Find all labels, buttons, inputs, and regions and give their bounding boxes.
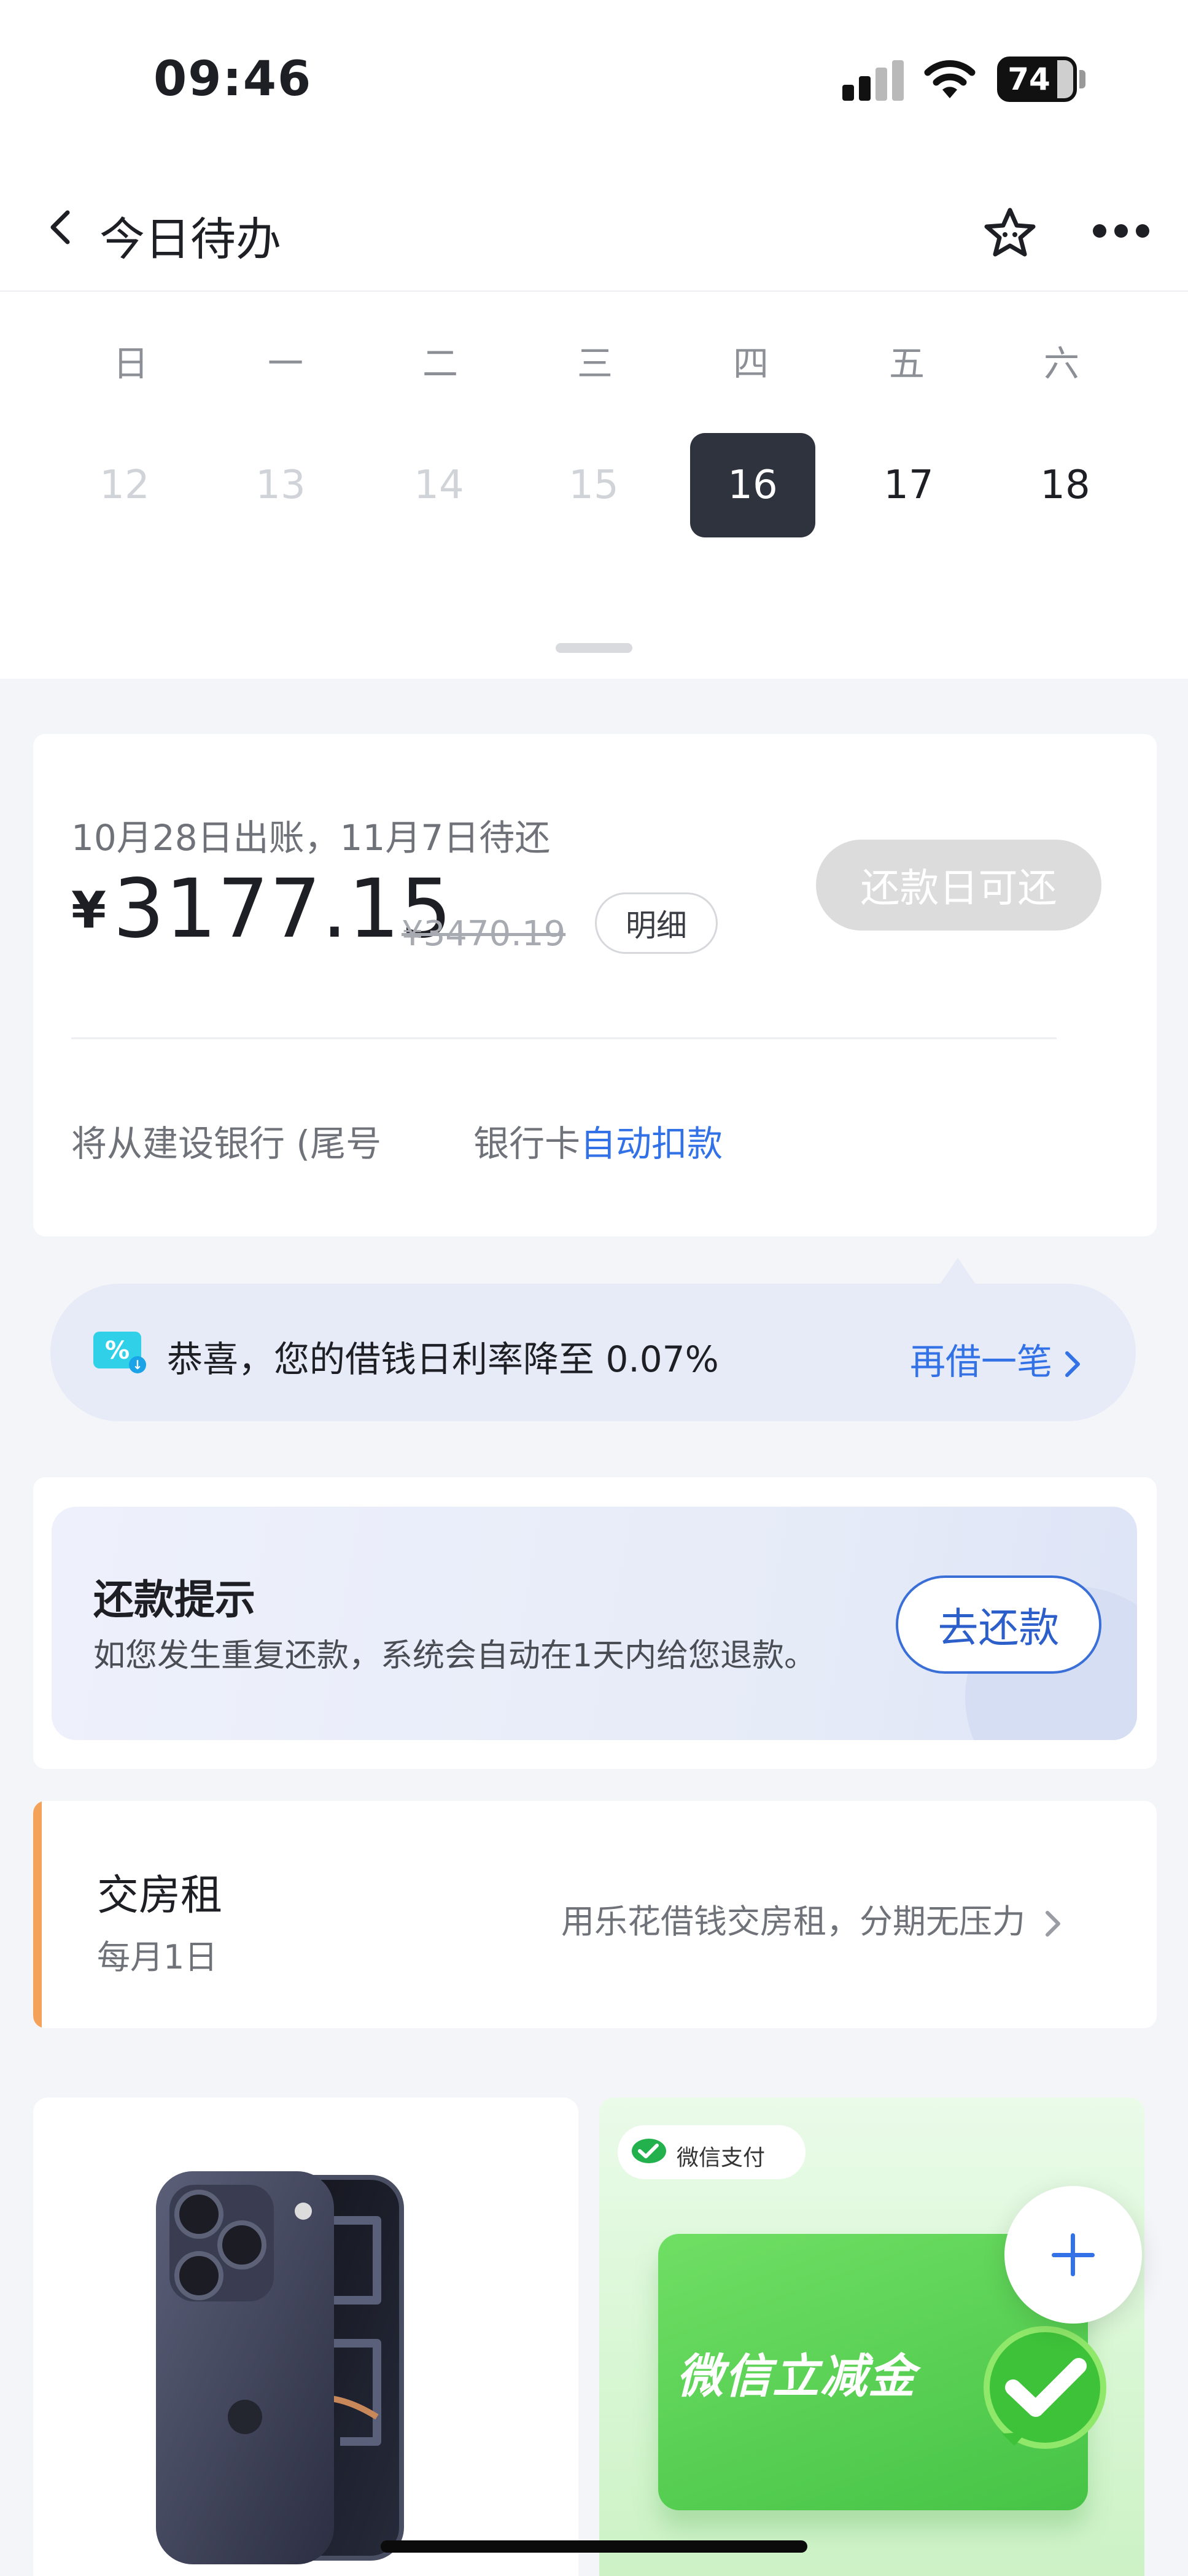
weekday-label: 三 [577, 343, 613, 384]
weekday-label: 六 [1043, 343, 1079, 384]
check-bubble-icon [984, 2326, 1106, 2449]
battery-tip [1079, 70, 1085, 88]
reminder-description: 如您发生重复还款，系统会自动在1天内给您退款。 [93, 1637, 817, 1674]
repay-disabled-button[interactable]: 还款日可还 [816, 840, 1101, 931]
calendar-day[interactable]: 13 [216, 433, 345, 537]
status-time: 09:46 [153, 52, 313, 107]
svg-text:↓: ↓ [133, 1357, 143, 1372]
divider [71, 1037, 1057, 1039]
signal-icon [842, 60, 904, 101]
home-indicator[interactable] [381, 2540, 807, 2553]
chevron-right-icon [1046, 1911, 1060, 1937]
notice-text: 恭喜，您的借钱日利率降至 0.07% [167, 1338, 719, 1380]
rent-task-card[interactable]: 交房租 每月1日 用乐花借钱交房租，分期无压力 [33, 1801, 1157, 2028]
weekday-label: 四 [732, 343, 769, 384]
borrow-again-link[interactable]: 再借一笔 [910, 1333, 1082, 1384]
wechat-promo-card[interactable]: 微信支付 微信立减金 [599, 2098, 1144, 2576]
page-title: 今日待办 [99, 213, 281, 266]
calendar-day[interactable]: 12 [60, 433, 189, 537]
bill-date: 10月28日出账，11月7日待还 [71, 817, 551, 859]
rent-hint: 用乐花借钱交房租，分期无压力 [561, 1894, 1062, 1943]
coupon-label: 微信立减金 [677, 2349, 916, 2403]
wechat-pay-badge: 微信支付 [618, 2125, 806, 2179]
currency-symbol: ¥ [71, 881, 107, 940]
rent-title: 交房租 [97, 1872, 223, 1920]
calendar-day[interactable]: 18 [1001, 433, 1130, 537]
bill-card: 10月28日出账，11月7日待还 ¥ 3177.15 ¥3470.19 明细 还… [33, 734, 1157, 1236]
rent-date: 每月1日 [97, 1938, 218, 1977]
phone-promo-card[interactable] [33, 2098, 578, 2576]
chevron-right-icon [1065, 1351, 1081, 1377]
week-calendar: 日 一 二 三 四 五 六 12 13 14 15 16 17 18 [0, 292, 1188, 679]
weekday-label: 二 [422, 343, 458, 384]
chevron-left-icon[interactable] [43, 209, 80, 246]
star-icon[interactable] [979, 203, 1041, 264]
plus-icon-vertical [1071, 2233, 1075, 2276]
discount-ticket-icon: % ↓ [93, 1332, 146, 1373]
borrow-again-label: 再借一笔 [910, 1341, 1053, 1383]
wechat-pay-icon [632, 2139, 666, 2163]
battery-icon: 74 [997, 57, 1077, 102]
reminder-title: 还款提示 [93, 1576, 255, 1623]
weekday-label: 日 [112, 343, 149, 384]
more-dots-icon[interactable] [1093, 224, 1149, 243]
status-bar: 09:46 74 [0, 0, 1188, 166]
detail-button[interactable]: 明细 [595, 892, 718, 954]
autopay-info: 将从建设银行 (尾号 银行卡自动扣款 [71, 1115, 723, 1166]
autopay-prefix: 将从建设银行 (尾号 [71, 1123, 382, 1165]
add-button[interactable] [1004, 2186, 1142, 2324]
calendar-day[interactable]: 15 [529, 433, 658, 537]
autopay-suffix: 银行卡 [473, 1123, 581, 1165]
calendar-day-selected[interactable]: 16 [690, 433, 815, 537]
repay-reminder-section: 还款提示 如您发生重复还款，系统会自动在1天内给您退款。 去还款 [33, 1477, 1157, 1769]
rent-hint-text: 用乐花借钱交房租，分期无压力 [561, 1902, 1025, 1941]
weekday-label: 五 [888, 343, 925, 384]
calendar-drag-handle[interactable] [556, 643, 632, 653]
nav-bar: 今日待办 [0, 166, 1188, 292]
notice-pointer [939, 1258, 976, 1285]
battery-level: 74 [1001, 60, 1057, 98]
calendar-day[interactable]: 17 [844, 433, 973, 537]
calendar-day[interactable]: 14 [375, 433, 503, 537]
wifi-icon [924, 60, 976, 98]
rent-accent-bar [33, 1801, 42, 2028]
masked-card-number [381, 1127, 474, 1165]
repay-reminder-card: 还款提示 如您发生重复还款，系统会自动在1天内给您退款。 去还款 [52, 1507, 1137, 1740]
original-amount: ¥3470.19 [402, 914, 566, 954]
go-repay-button[interactable]: 去还款 [896, 1575, 1101, 1674]
phone-product-image [156, 2171, 404, 2564]
wechat-pay-label: 微信支付 [677, 2145, 766, 2171]
rate-notice: % ↓ 恭喜，您的借钱日利率降至 0.07% 再借一笔 [50, 1284, 1136, 1421]
autopay-link[interactable]: 自动扣款 [580, 1123, 723, 1165]
weekday-label: 一 [267, 343, 303, 384]
svg-text:%: % [105, 1337, 130, 1365]
